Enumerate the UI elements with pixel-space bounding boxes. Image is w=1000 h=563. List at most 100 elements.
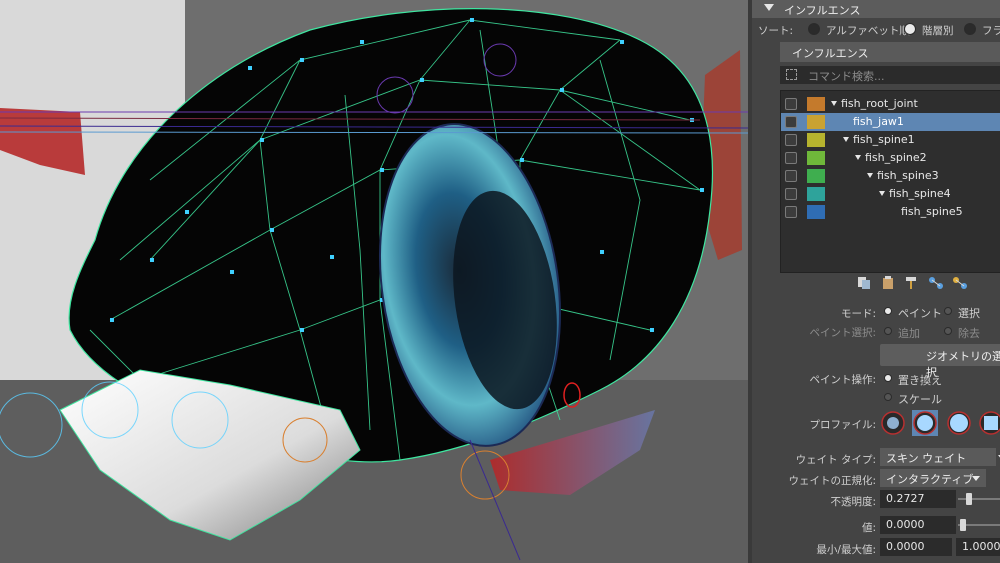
profile-solid-icon[interactable]	[946, 410, 972, 436]
normalize-dropdown[interactable]: インタラクティブ	[880, 469, 986, 487]
mode-label: モード:	[840, 308, 876, 320]
profile-gaussian-icon[interactable]	[880, 410, 906, 436]
influence-row[interactable]: fish_root_joint	[781, 95, 1000, 113]
copy-weights-icon[interactable]	[856, 276, 872, 290]
value-field[interactable]: 0.0000	[880, 516, 956, 534]
sort-row: ソート: アルファベット順 階層別 フラ	[752, 20, 1000, 38]
expand-arrow-icon[interactable]	[855, 155, 861, 160]
opacity-slider-thumb[interactable]	[966, 493, 972, 505]
weight-type-value: スキン ウェイト	[886, 452, 967, 465]
value-slider-thumb[interactable]	[960, 519, 966, 531]
normalize-label: ウェイトの正規化:	[788, 475, 876, 487]
influence-row[interactable]: fish_spine2	[781, 149, 1000, 167]
sort-label: ソート:	[758, 25, 794, 37]
sort-flat-radio[interactable]	[964, 23, 976, 35]
expand-arrow-icon[interactable]	[879, 191, 885, 196]
sort-hierarchy-label: 階層別	[922, 25, 954, 37]
joint-name: fish_jaw1	[853, 115, 904, 128]
max-value: 1.0000	[962, 540, 1000, 553]
paint-select-label: ペイント選択:	[809, 327, 876, 339]
influence-row[interactable]: fish_spine5	[781, 203, 1000, 221]
op-replace-label: 置き換え	[898, 374, 942, 387]
paint-select-remove-label: 除去	[958, 327, 980, 340]
joint-name: fish_root_joint	[841, 97, 918, 110]
expand-arrow-icon[interactable]	[867, 173, 873, 178]
weight-type-dropdown[interactable]: スキン ウェイト	[880, 448, 996, 466]
expand-arrow-icon[interactable]	[831, 101, 837, 106]
joint-name: fish_spine3	[877, 169, 939, 182]
minmax-label: 最小/最大値:	[816, 544, 876, 556]
expand-arrow-icon[interactable]	[843, 137, 849, 142]
mode-select-label: 選択	[958, 307, 980, 320]
opacity-field[interactable]: 0.2727	[880, 490, 956, 508]
search-placeholder: コマンド検索...	[808, 70, 885, 83]
joint-name: fish_spine1	[853, 133, 915, 146]
sort-hierarchy-radio[interactable]	[904, 23, 916, 35]
sort-alphabetical-label: アルファベット順	[826, 25, 910, 37]
joint-color-swatch[interactable]	[807, 169, 825, 183]
op-replace-radio[interactable]	[884, 374, 892, 382]
lock-icon[interactable]	[785, 98, 797, 110]
paint-select-remove-radio[interactable]	[944, 327, 952, 335]
show-influences-icon[interactable]	[952, 276, 968, 290]
op-scale-label: スケール	[898, 393, 942, 406]
opacity-slider-track[interactable]	[958, 498, 1000, 500]
paint-select-add-label: 追加	[898, 327, 920, 340]
paint-op-label: ペイント操作:	[809, 374, 876, 386]
normalize-value: インタラクティブ	[886, 473, 974, 486]
mode-paint-radio[interactable]	[884, 307, 892, 315]
lock-icon[interactable]	[785, 116, 797, 128]
opacity-value: 0.2727	[886, 492, 925, 505]
paint-skin-weights-panel: インフルエンス ソート: アルファベット順 階層別 フラ インフルエンス コマン…	[748, 0, 1000, 563]
joint-color-swatch[interactable]	[807, 205, 825, 219]
collapse-arrow-icon[interactable]	[764, 4, 774, 11]
influence-section-header[interactable]: インフルエンス	[752, 0, 1000, 18]
joint-color-swatch[interactable]	[807, 97, 825, 111]
move-weights-icon[interactable]	[928, 276, 944, 290]
viewport-3d[interactable]	[0, 0, 748, 563]
mode-select-radio[interactable]	[944, 307, 952, 315]
influence-row-selected[interactable]: fish_jaw1	[781, 113, 1000, 131]
weight-type-label: ウェイト タイプ:	[795, 454, 876, 466]
subheader-title: インフルエンス	[792, 47, 869, 60]
joint-name: fish_spine4	[889, 187, 951, 200]
joint-name: fish_spine2	[865, 151, 927, 164]
sort-flat-label: フラ	[982, 25, 1000, 37]
section-title: インフルエンス	[784, 4, 861, 17]
lock-icon[interactable]	[785, 134, 797, 146]
influence-subheader: インフルエンス	[780, 42, 1000, 62]
profile-square-icon[interactable]	[978, 410, 1000, 436]
paint-select-add-radio[interactable]	[884, 327, 892, 335]
sort-alphabetical-radio[interactable]	[808, 23, 820, 35]
search-input[interactable]: コマンド検索...	[780, 66, 1000, 84]
lock-icon[interactable]	[785, 206, 797, 218]
influence-list[interactable]: fish_root_joint fish_jaw1 fish_spine1 fi…	[780, 90, 1000, 273]
min-value-field[interactable]: 0.0000	[880, 538, 952, 556]
lock-icon[interactable]	[785, 188, 797, 200]
max-value-field[interactable]: 1.0000	[956, 538, 1000, 556]
joint-name: fish_spine5	[901, 205, 963, 218]
opacity-label: 不透明度:	[830, 496, 876, 508]
min-value: 0.0000	[886, 540, 925, 553]
viewport-scene[interactable]	[0, 0, 748, 563]
normalize-chevron-icon	[972, 476, 980, 481]
joint-color-swatch[interactable]	[807, 151, 825, 165]
paste-weights-icon[interactable]	[880, 276, 896, 290]
weight-hammer-icon[interactable]	[904, 276, 920, 290]
select-geometry-button[interactable]: ジオメトリの選択	[880, 344, 1000, 379]
lock-icon[interactable]	[785, 170, 797, 182]
influence-row[interactable]: fish_spine1	[781, 131, 1000, 149]
search-icon	[786, 69, 797, 80]
profile-label: プロファイル:	[809, 419, 876, 431]
influence-row[interactable]: fish_spine4	[781, 185, 1000, 203]
mode-paint-label: ペイント	[898, 307, 942, 320]
lock-icon[interactable]	[785, 152, 797, 164]
joint-color-swatch[interactable]	[807, 115, 825, 129]
profile-soft-icon[interactable]	[912, 410, 938, 436]
value-label: 値:	[861, 522, 876, 534]
value-value: 0.0000	[886, 518, 925, 531]
joint-color-swatch[interactable]	[807, 133, 825, 147]
op-scale-radio[interactable]	[884, 393, 892, 401]
joint-color-swatch[interactable]	[807, 187, 825, 201]
influence-row[interactable]: fish_spine3	[781, 167, 1000, 185]
